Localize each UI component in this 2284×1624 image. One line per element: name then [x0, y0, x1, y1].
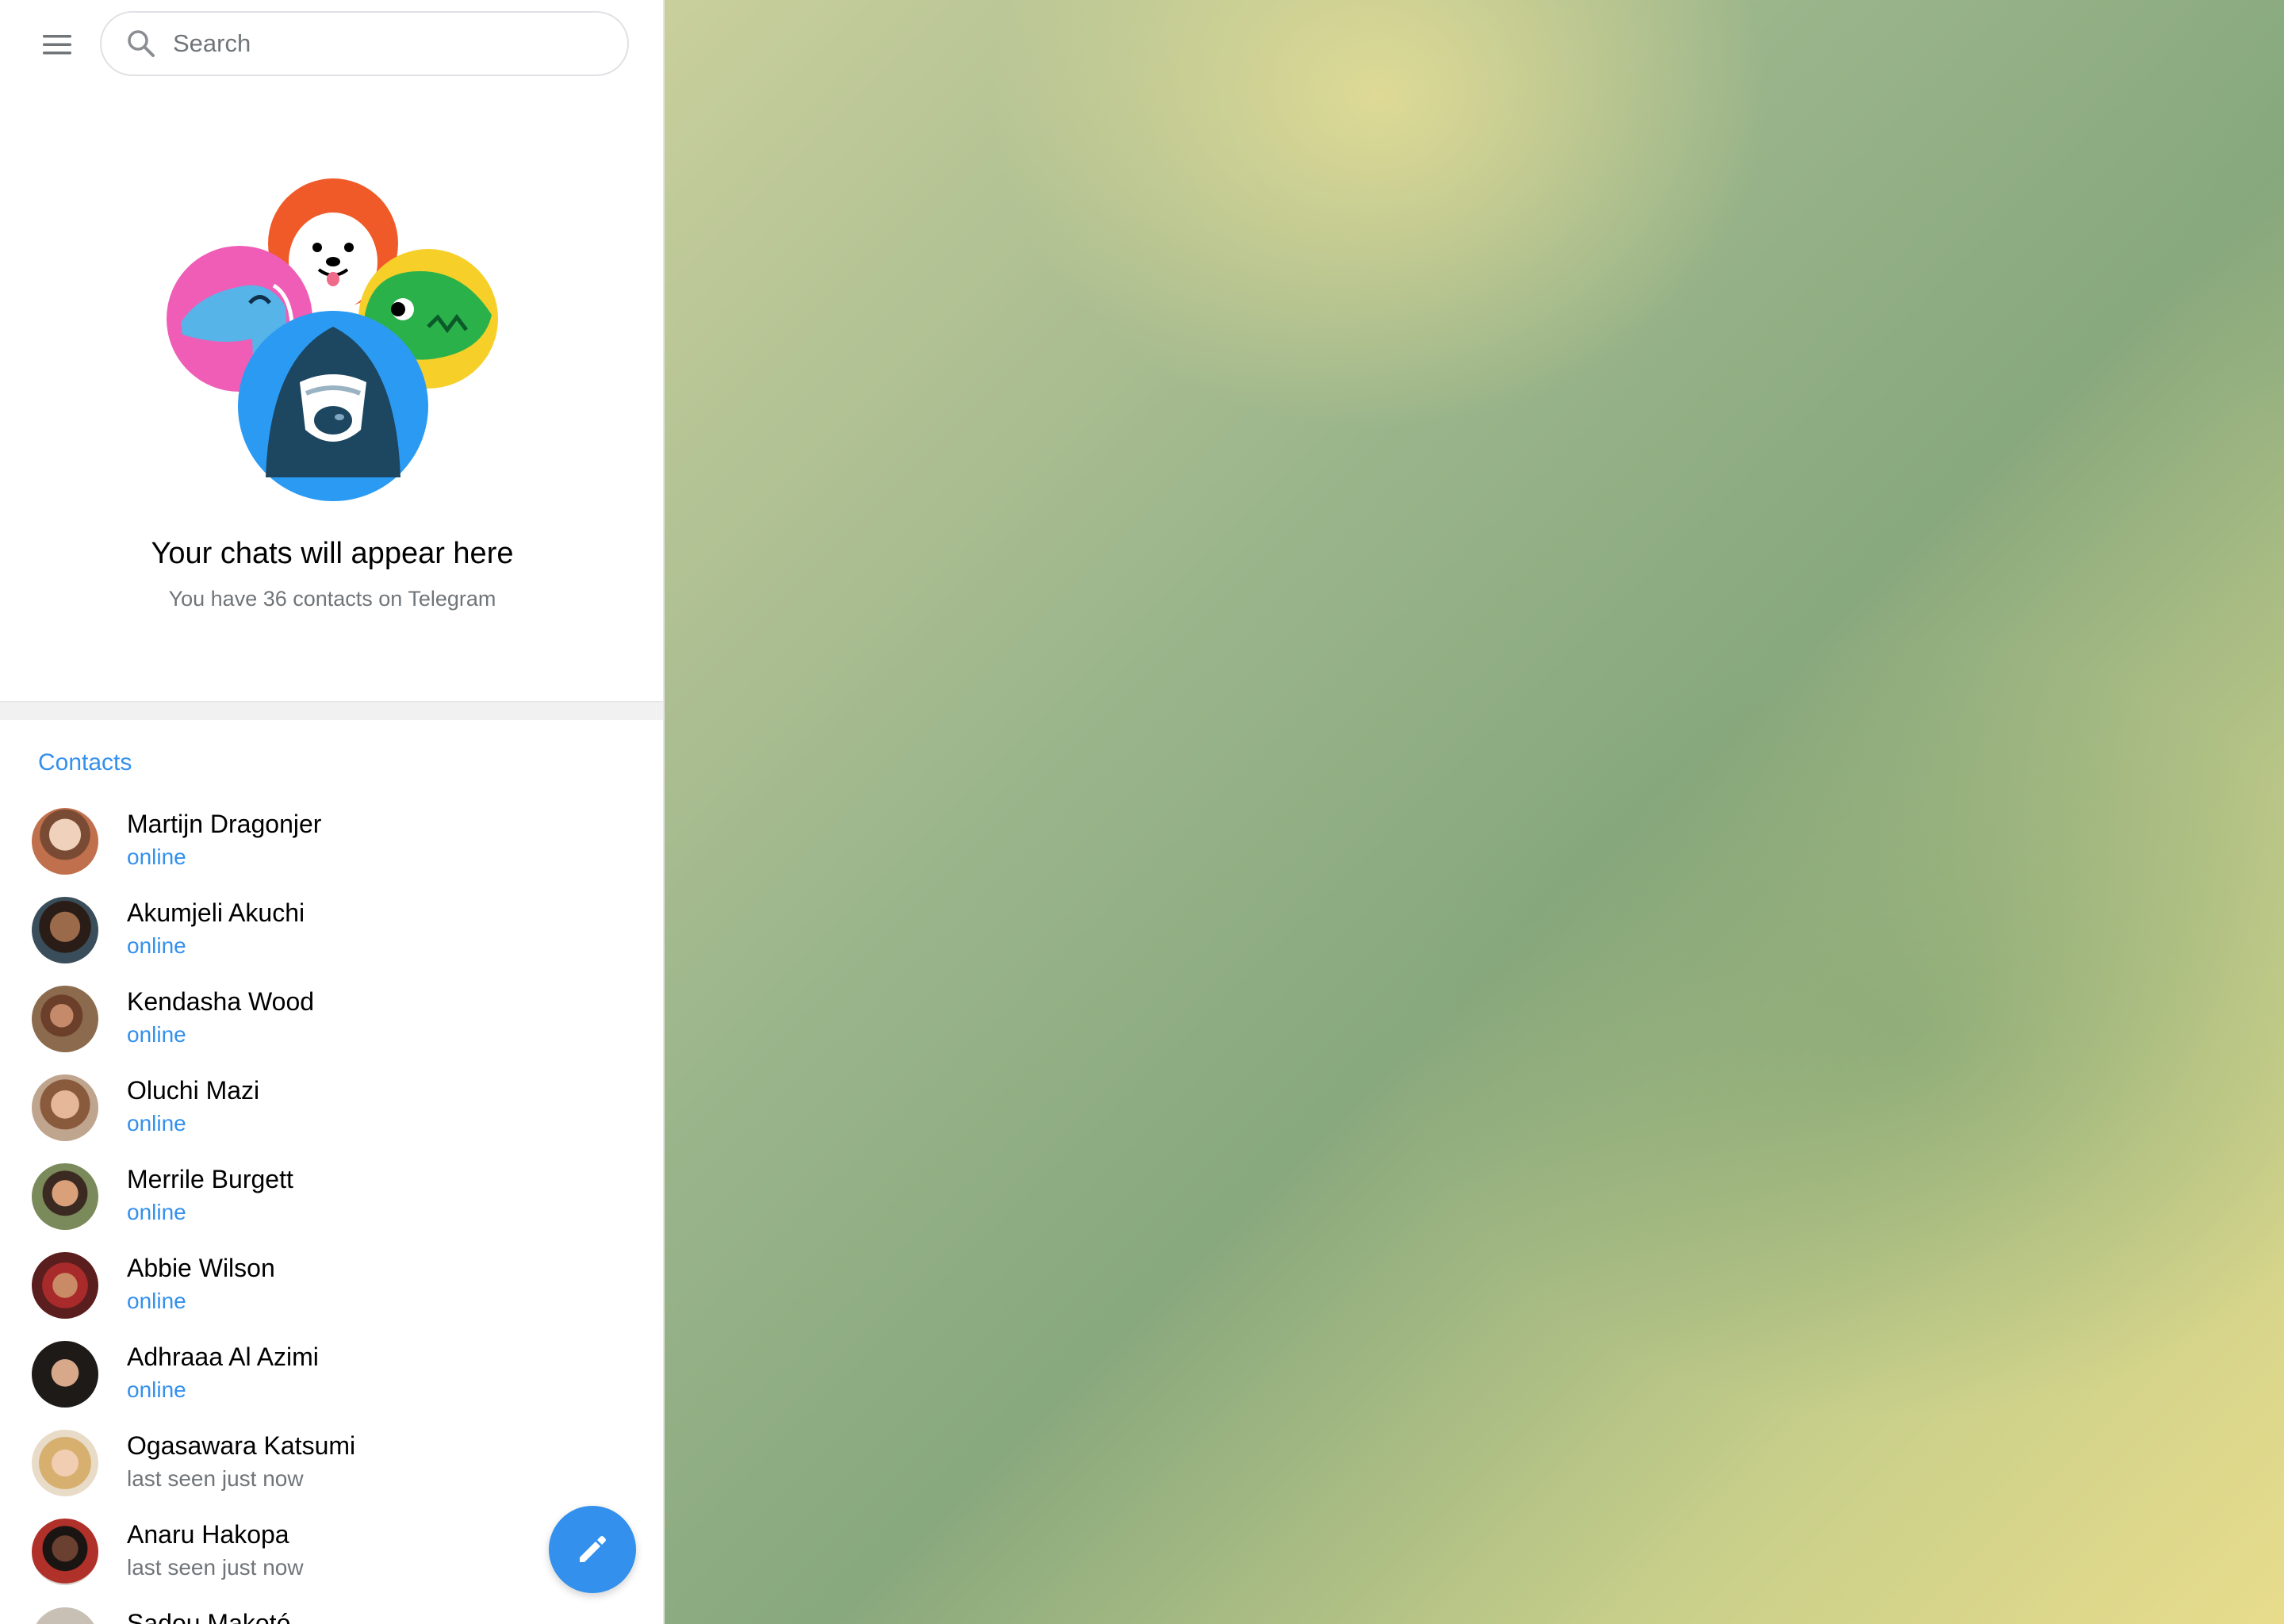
contact-item[interactable]: Martijn Dragonjer online — [0, 795, 663, 884]
contact-item[interactable]: Oluchi Mazi online — [0, 1062, 663, 1151]
contact-item[interactable]: Merrile Burgett online — [0, 1151, 663, 1239]
search-icon — [124, 26, 159, 61]
contact-name: Anaru Hakopa — [127, 1520, 289, 1549]
contact-status: online — [127, 1377, 186, 1402]
avatar — [32, 1341, 98, 1408]
avatar — [32, 1252, 98, 1319]
contact-name: Martijn Dragonjer — [127, 810, 322, 838]
contact-item[interactable]: Akumjeli Akuchi online — [0, 884, 663, 973]
contact-status: online — [127, 1200, 186, 1224]
hamburger-menu-icon — [43, 35, 71, 55]
contact-status: online — [127, 845, 186, 869]
avatar — [32, 1607, 98, 1624]
chat-background — [665, 0, 2284, 1624]
contact-item[interactable]: Sadou Makotó — [0, 1595, 663, 1624]
pencil-icon — [580, 1536, 606, 1562]
empty-chats-state: Your chats will appear here You have 36 … — [0, 89, 663, 698]
avatar — [32, 1430, 98, 1496]
contact-name: Abbie Wilson — [127, 1254, 275, 1282]
chats-illustration — [151, 168, 515, 501]
empty-state-subtitle: You have 36 contacts on Telegram — [168, 587, 496, 611]
contact-item[interactable]: Abbie Wilson online — [0, 1239, 663, 1328]
contact-name: Akumjeli Akuchi — [127, 898, 305, 927]
contact-name: Ogasawara Katsumi — [127, 1431, 356, 1460]
chat-list-sidebar: Your chats will appear here You have 36 … — [0, 0, 665, 1624]
main-menu-button[interactable] — [29, 19, 86, 70]
contact-status: online — [127, 1289, 186, 1313]
sidebar-header — [0, 0, 663, 89]
contacts-list: Martijn Dragonjer online Akumjeli Akuchi… — [0, 795, 663, 1624]
search-input[interactable] — [171, 29, 603, 59]
contact-name: Merrile Burgett — [127, 1165, 293, 1193]
avatar — [32, 986, 98, 1052]
contact-status: online — [127, 1111, 186, 1136]
contact-name: Adhraaa Al Azimi — [127, 1342, 319, 1371]
contact-name: Sadou Makotó — [127, 1609, 291, 1624]
avatar — [32, 808, 98, 875]
avatar — [32, 1163, 98, 1230]
contact-status: online — [127, 1022, 186, 1047]
contact-status: last seen just now — [127, 1466, 304, 1491]
contact-item[interactable]: Ogasawara Katsumi last seen just now — [0, 1417, 663, 1506]
contact-status: online — [127, 933, 186, 958]
section-divider — [0, 701, 663, 720]
avatar — [32, 897, 98, 963]
contacts-section-title: Contacts — [38, 749, 132, 776]
contact-status: last seen just now — [127, 1555, 304, 1580]
avatar — [32, 1074, 98, 1141]
new-message-button[interactable] — [549, 1506, 636, 1593]
contact-item[interactable]: Adhraaa Al Azimi online — [0, 1328, 663, 1417]
contact-name: Kendasha Wood — [127, 987, 315, 1016]
contact-item[interactable]: Kendasha Wood online — [0, 973, 663, 1062]
avatar — [32, 1519, 98, 1585]
search-box[interactable] — [100, 11, 629, 76]
contact-name: Oluchi Mazi — [127, 1076, 260, 1105]
empty-state-title: Your chats will appear here — [151, 537, 514, 570]
